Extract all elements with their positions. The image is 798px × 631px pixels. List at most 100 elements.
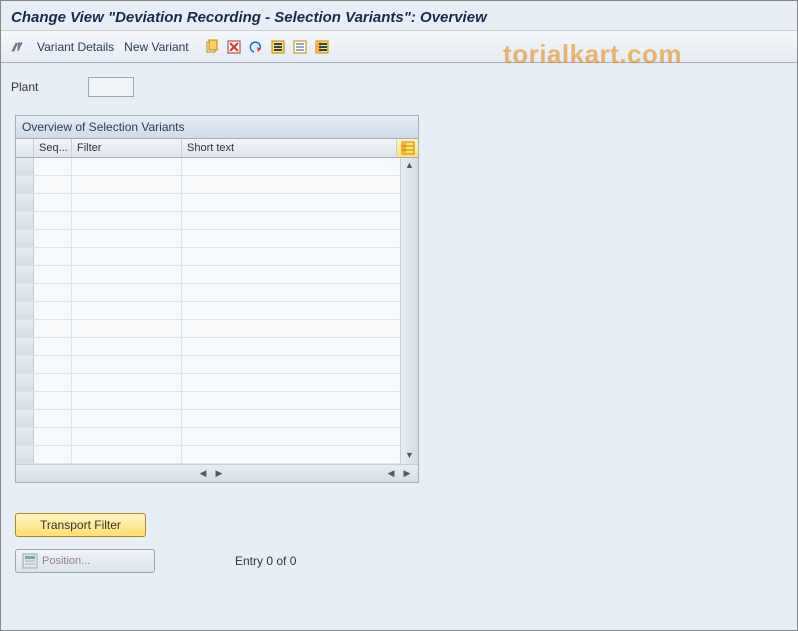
copy-icon[interactable] bbox=[203, 38, 221, 56]
cell-seq[interactable] bbox=[34, 176, 72, 193]
row-selector[interactable] bbox=[16, 320, 34, 337]
table-row[interactable] bbox=[16, 194, 400, 212]
table-row[interactable] bbox=[16, 356, 400, 374]
row-selector[interactable] bbox=[16, 248, 34, 265]
cell-short-text[interactable] bbox=[182, 428, 400, 445]
cell-seq[interactable] bbox=[34, 212, 72, 229]
scroll-left-icon[interactable]: ◀ bbox=[196, 468, 210, 480]
cell-filter[interactable] bbox=[72, 248, 182, 265]
table-row[interactable] bbox=[16, 320, 400, 338]
table-row[interactable] bbox=[16, 212, 400, 230]
cell-filter[interactable] bbox=[72, 212, 182, 229]
cell-seq[interactable] bbox=[34, 230, 72, 247]
scroll-right-end-icon[interactable]: ▶ bbox=[400, 468, 414, 480]
table-row[interactable] bbox=[16, 446, 400, 464]
cell-filter[interactable] bbox=[72, 446, 182, 463]
cell-short-text[interactable] bbox=[182, 410, 400, 427]
cell-short-text[interactable] bbox=[182, 320, 400, 337]
cell-filter[interactable] bbox=[72, 392, 182, 409]
row-selector[interactable] bbox=[16, 284, 34, 301]
cell-short-text[interactable] bbox=[182, 212, 400, 229]
table-row[interactable] bbox=[16, 428, 400, 446]
table-row[interactable] bbox=[16, 176, 400, 194]
cell-short-text[interactable] bbox=[182, 176, 400, 193]
col-seq[interactable]: Seq... bbox=[34, 139, 72, 157]
cell-short-text[interactable] bbox=[182, 284, 400, 301]
position-button[interactable]: Position... bbox=[15, 549, 155, 573]
cell-filter[interactable] bbox=[72, 284, 182, 301]
cell-short-text[interactable] bbox=[182, 446, 400, 463]
transport-filter-button[interactable]: Transport Filter bbox=[15, 513, 146, 537]
row-selector[interactable] bbox=[16, 410, 34, 427]
table-row[interactable] bbox=[16, 338, 400, 356]
cell-seq[interactable] bbox=[34, 428, 72, 445]
table-row[interactable] bbox=[16, 230, 400, 248]
cell-seq[interactable] bbox=[34, 284, 72, 301]
cell-seq[interactable] bbox=[34, 374, 72, 391]
row-selector[interactable] bbox=[16, 374, 34, 391]
row-selector[interactable] bbox=[16, 230, 34, 247]
col-short-text[interactable]: Short text bbox=[182, 139, 396, 157]
table-row[interactable] bbox=[16, 302, 400, 320]
row-selector[interactable] bbox=[16, 158, 34, 175]
row-selector[interactable] bbox=[16, 266, 34, 283]
cell-short-text[interactable] bbox=[182, 158, 400, 175]
row-selector[interactable] bbox=[16, 356, 34, 373]
row-selector[interactable] bbox=[16, 446, 34, 463]
cell-seq[interactable] bbox=[34, 266, 72, 283]
cell-seq[interactable] bbox=[34, 194, 72, 211]
cell-seq[interactable] bbox=[34, 356, 72, 373]
cell-filter[interactable] bbox=[72, 374, 182, 391]
cell-short-text[interactable] bbox=[182, 302, 400, 319]
scroll-right-icon[interactable]: ▶ bbox=[212, 468, 226, 480]
col-select[interactable] bbox=[16, 139, 34, 157]
table-row[interactable] bbox=[16, 158, 400, 176]
cell-short-text[interactable] bbox=[182, 338, 400, 355]
cell-filter[interactable] bbox=[72, 158, 182, 175]
cell-seq[interactable] bbox=[34, 248, 72, 265]
cell-short-text[interactable] bbox=[182, 356, 400, 373]
cell-filter[interactable] bbox=[72, 194, 182, 211]
delete-icon[interactable] bbox=[225, 38, 243, 56]
scroll-left-end-icon[interactable]: ◀ bbox=[384, 468, 398, 480]
scroll-down-icon[interactable]: ▼ bbox=[403, 450, 417, 462]
row-selector[interactable] bbox=[16, 194, 34, 211]
cell-filter[interactable] bbox=[72, 410, 182, 427]
cell-short-text[interactable] bbox=[182, 374, 400, 391]
cell-filter[interactable] bbox=[72, 320, 182, 337]
cell-short-text[interactable] bbox=[182, 194, 400, 211]
configure-icon[interactable] bbox=[313, 38, 331, 56]
cell-seq[interactable] bbox=[34, 158, 72, 175]
table-row[interactable] bbox=[16, 410, 400, 428]
table-row[interactable] bbox=[16, 248, 400, 266]
cell-short-text[interactable] bbox=[182, 248, 400, 265]
deselect-all-icon[interactable] bbox=[291, 38, 309, 56]
grid-vertical-scrollbar[interactable]: ▲ ▼ bbox=[400, 158, 418, 464]
cell-filter[interactable] bbox=[72, 266, 182, 283]
cell-seq[interactable] bbox=[34, 302, 72, 319]
cell-short-text[interactable] bbox=[182, 230, 400, 247]
cell-filter[interactable] bbox=[72, 230, 182, 247]
grid-settings-icon[interactable] bbox=[396, 139, 418, 157]
table-row[interactable] bbox=[16, 266, 400, 284]
cell-seq[interactable] bbox=[34, 320, 72, 337]
cell-filter[interactable] bbox=[72, 428, 182, 445]
variant-details-link[interactable]: Variant Details bbox=[37, 40, 114, 54]
cell-seq[interactable] bbox=[34, 338, 72, 355]
cell-short-text[interactable] bbox=[182, 266, 400, 283]
cell-seq[interactable] bbox=[34, 392, 72, 409]
cell-seq[interactable] bbox=[34, 446, 72, 463]
row-selector[interactable] bbox=[16, 302, 34, 319]
table-row[interactable] bbox=[16, 284, 400, 302]
cell-short-text[interactable] bbox=[182, 392, 400, 409]
row-selector[interactable] bbox=[16, 428, 34, 445]
scroll-up-icon[interactable]: ▲ bbox=[403, 160, 417, 172]
new-variant-link[interactable]: New Variant bbox=[124, 40, 188, 54]
cell-filter[interactable] bbox=[72, 302, 182, 319]
select-all-icon[interactable] bbox=[269, 38, 287, 56]
cell-seq[interactable] bbox=[34, 410, 72, 427]
row-selector[interactable] bbox=[16, 176, 34, 193]
cell-filter[interactable] bbox=[72, 176, 182, 193]
toggle-display-icon[interactable] bbox=[9, 38, 27, 56]
grid-horizontal-scrollbar[interactable]: ◀ ▶ ◀ ▶ bbox=[16, 464, 418, 482]
